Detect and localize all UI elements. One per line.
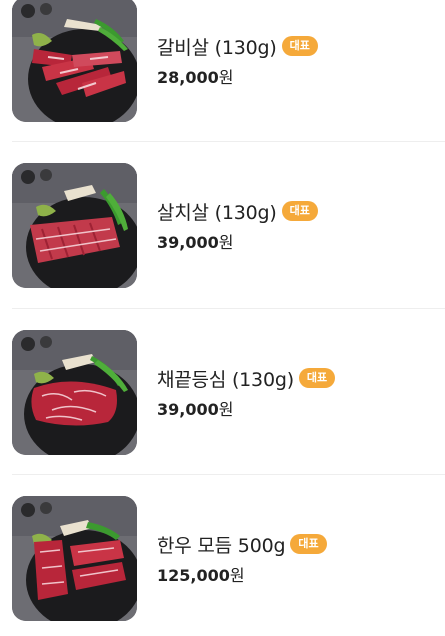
title-row: 살치살 (130g) 대표 bbox=[157, 197, 437, 225]
signature-badge: 대표 bbox=[298, 368, 336, 388]
item-name: 살치살 (130g) bbox=[157, 201, 277, 224]
menu-item-salchisal[interactable]: 살치살 (130g) 대표 39,000원 bbox=[0, 163, 445, 303]
currency-unit: 원 bbox=[229, 566, 245, 585]
galbisal-photo[interactable] bbox=[12, 0, 137, 122]
currency-unit: 원 bbox=[218, 400, 234, 419]
divider bbox=[12, 308, 445, 309]
item-name: 채끝등심 (130g) bbox=[157, 368, 294, 391]
signature-badge: 대표 bbox=[281, 201, 318, 221]
divider bbox=[12, 474, 445, 475]
price-row: 39,000원 bbox=[157, 231, 437, 255]
divider bbox=[12, 141, 445, 142]
menu-item-info: 갈비살 (130g) 대표 28,000원 bbox=[157, 32, 437, 90]
item-price: 39,000 bbox=[157, 400, 219, 419]
hanwoo-platter-photo[interactable] bbox=[12, 496, 137, 621]
item-name: 갈비살 (130g) bbox=[157, 36, 277, 59]
chaekkeut-photo[interactable] bbox=[12, 330, 137, 455]
menu-item-info: 한우 모듬 500g 대표 125,000원 bbox=[157, 530, 437, 588]
menu-item-hanwoo-platter[interactable]: 한우 모듬 500g 대표 125,000원 bbox=[0, 496, 445, 636]
item-price: 125,000 bbox=[157, 566, 230, 585]
signature-badge: 대표 bbox=[281, 36, 318, 56]
price-row: 28,000원 bbox=[157, 66, 437, 90]
title-row: 갈비살 (130g) 대표 bbox=[157, 32, 437, 60]
salchisal-photo[interactable] bbox=[12, 163, 137, 288]
item-price: 39,000 bbox=[157, 233, 219, 252]
menu-item-chaekkeut[interactable]: 채끝등심 (130g) 대표 39,000원 bbox=[0, 330, 445, 470]
item-price: 28,000 bbox=[157, 68, 219, 87]
price-row: 125,000원 bbox=[157, 564, 437, 588]
menu-item-galbisal[interactable]: 갈비살 (130g) 대표 28,000원 bbox=[0, 0, 445, 140]
title-row: 한우 모듬 500g 대표 bbox=[157, 530, 437, 558]
signature-badge: 대표 bbox=[290, 534, 327, 554]
currency-unit: 원 bbox=[218, 68, 234, 87]
title-row: 채끝등심 (130g) 대표 bbox=[157, 364, 437, 392]
currency-unit: 원 bbox=[218, 233, 234, 252]
price-row: 39,000원 bbox=[157, 398, 437, 422]
item-name: 한우 모듬 500g bbox=[157, 534, 286, 557]
menu-item-info: 채끝등심 (130g) 대표 39,000원 bbox=[157, 364, 437, 422]
menu-item-info: 살치살 (130g) 대표 39,000원 bbox=[157, 197, 437, 255]
